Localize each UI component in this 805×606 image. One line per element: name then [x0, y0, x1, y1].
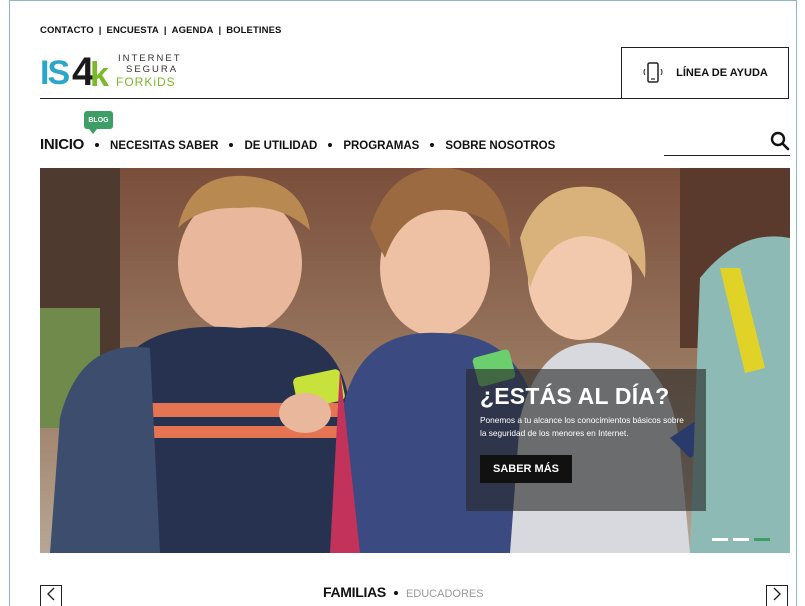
nav-item-programas[interactable]: PROGRAMAS [343, 140, 419, 152]
logo-is: IS [40, 54, 70, 92]
link-contacto[interactable]: CONTACTO [40, 25, 94, 36]
slider-dots [712, 538, 770, 541]
separator: | [163, 25, 167, 36]
page-frame-right [796, 0, 797, 606]
logo-line-2: SEGURA [126, 64, 179, 75]
slider-dot-active[interactable] [754, 538, 770, 541]
audience-tabs: FAMILIAS EDUCADORES [323, 584, 484, 600]
nav-separator [328, 143, 333, 147]
nav-item-necesitas-saber[interactable]: NECESITAS SABER [110, 140, 218, 152]
slider-dot[interactable] [733, 538, 749, 541]
help-line-label: LÍNEA DE AYUDA [676, 67, 768, 79]
help-line-button[interactable]: LÍNEA DE AYUDA [621, 47, 789, 99]
phone-ringing-icon [642, 61, 664, 85]
tab-separator [393, 591, 398, 595]
chevron-right-icon [772, 587, 782, 606]
next-arrow-button[interactable] [766, 585, 788, 606]
nav-item-sobre-nosotros[interactable]: SOBRE NOSOTROS [445, 140, 555, 152]
separator: | [98, 25, 102, 36]
utility-links: CONTACTO | ENCUESTA | AGENDA | BOLETINES [40, 25, 281, 36]
hero-slider: ¿ESTÁS AL DÍA? Ponemos a tu alcance los … [40, 168, 790, 553]
tab-educadores[interactable]: EDUCADORES [406, 588, 484, 600]
nav-item-de-utilidad[interactable]: DE UTILIDAD [244, 140, 317, 152]
prev-arrow-button[interactable] [40, 585, 62, 606]
page-frame-left [9, 0, 10, 606]
site-logo[interactable]: IS 4 k INTERNET SEGURA FORKiDS [40, 50, 182, 94]
promo-title: ¿ESTÁS AL DÍA? [480, 383, 670, 409]
header-divider [40, 98, 621, 99]
tab-familias[interactable]: FAMILIAS [323, 584, 386, 600]
separator: | [218, 25, 222, 36]
link-encuesta[interactable]: ENCUESTA [107, 25, 159, 36]
nav-item-inicio[interactable]: INICIO [40, 136, 84, 153]
page-frame-top [9, 0, 797, 1]
nav-separator [229, 143, 234, 147]
nav-separator [430, 143, 435, 147]
link-boletines[interactable]: BOLETINES [226, 25, 281, 36]
search-input[interactable] [664, 128, 790, 156]
logo-line-1: INTERNET [118, 53, 182, 64]
chevron-left-icon [46, 587, 56, 606]
slider-dot[interactable] [712, 538, 728, 541]
logo-line-3: FORKiDS [116, 75, 176, 89]
promo-text: Ponemos a tu alcance los conocimientos b… [480, 415, 684, 438]
blog-badge[interactable]: BLOG [84, 111, 113, 134]
logo-k: k [90, 56, 109, 94]
promo-box: ¿ESTÁS AL DÍA? Ponemos a tu alcance los … [466, 369, 706, 511]
link-agenda[interactable]: AGENDA [172, 25, 214, 36]
main-nav: INICIO NECESITAS SABER DE UTILIDAD PROGR… [40, 136, 555, 153]
nav-separator [95, 143, 100, 147]
saber-mas-button[interactable]: SABER MÁS [480, 455, 573, 483]
